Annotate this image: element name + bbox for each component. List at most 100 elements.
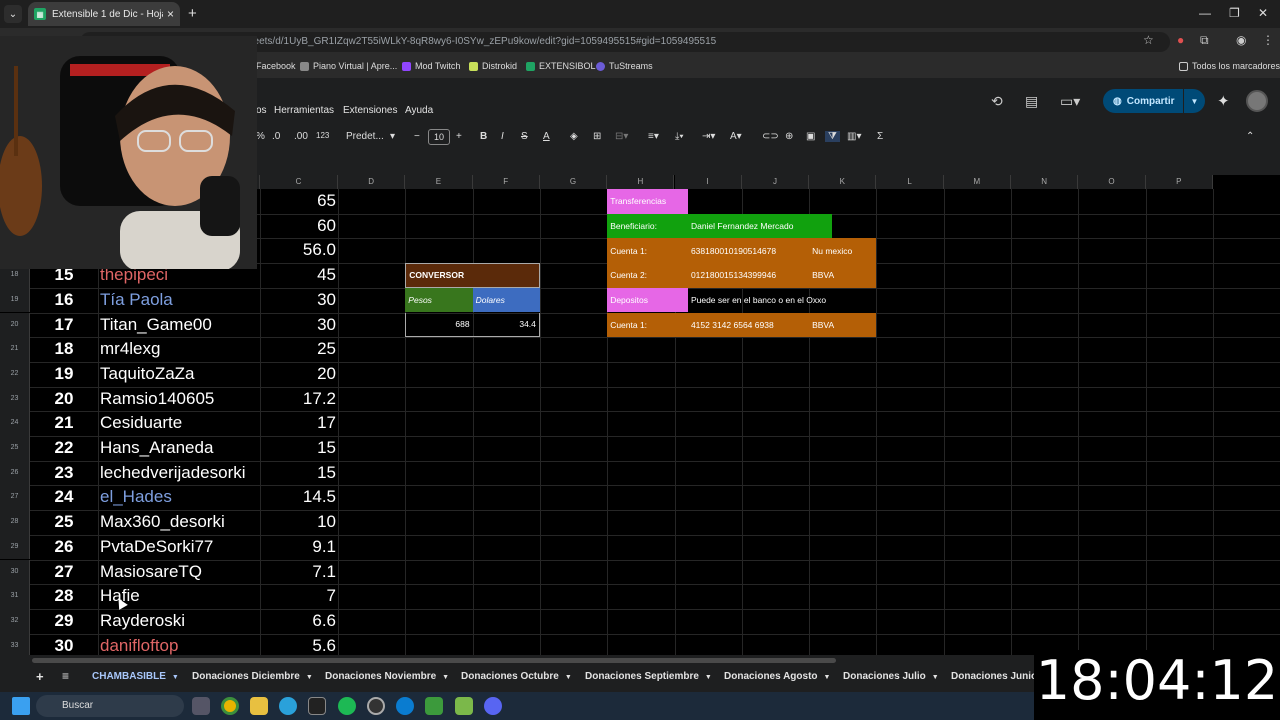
minecraft-launcher-icon[interactable] [455, 697, 473, 715]
donor-name-cell[interactable]: Rayderoski [100, 611, 260, 636]
menu-herramientas[interactable]: Herramientas [274, 105, 334, 116]
minimize-icon[interactable]: — [1199, 6, 1211, 20]
font-dropdown-icon[interactable]: ▾ [390, 131, 395, 142]
deposit-account-bank[interactable]: BBVA [809, 312, 877, 338]
sheet-tab-agosto[interactable]: Donaciones Agosto ▼ [724, 671, 830, 682]
font-select[interactable]: Predet... [346, 131, 384, 142]
gemini-icon[interactable]: ✦ [1217, 92, 1230, 110]
row-number[interactable]: 25 [0, 436, 30, 461]
donor-name-cell[interactable]: mr4lexg [100, 339, 260, 364]
tab-search-icon[interactable]: ⌄ [4, 5, 22, 23]
font-size-decrease-icon[interactable]: − [414, 131, 420, 142]
row-number[interactable]: 26 [0, 460, 30, 486]
extensions-puzzle-icon[interactable]: ⧉ [1200, 33, 1209, 48]
font-size-input[interactable]: 10 [428, 129, 450, 145]
bookmark-facebook[interactable]: Facebook [256, 61, 296, 71]
amount-cell[interactable]: 56.0 [262, 240, 336, 265]
filter-icon[interactable]: ⧩ [825, 131, 840, 142]
amount-cell[interactable]: 6.6 [262, 611, 336, 636]
rank-cell[interactable]: 22 [30, 438, 98, 463]
column-header[interactable]: J [741, 175, 810, 189]
bold-button[interactable]: B [480, 131, 487, 142]
row-number[interactable]: 31 [0, 584, 30, 609]
taskbar-search[interactable]: Buscar [36, 695, 184, 717]
sheet-tab-diciembre[interactable]: Donaciones Diciembre ▼ [192, 671, 313, 682]
bookmark-extensibol[interactable]: EXTENSIBOL [526, 61, 596, 71]
amount-cell[interactable]: 7 [262, 586, 336, 611]
rank-cell[interactable]: 30 [30, 636, 98, 655]
functions-icon[interactable]: Σ [877, 131, 883, 142]
column-header[interactable]: L [876, 175, 944, 189]
sheet-tab-junio[interactable]: Donaciones Junio [951, 671, 1037, 682]
comment-icon[interactable]: ⊕ [785, 131, 793, 142]
beneficiary-label[interactable]: Beneficiario: [607, 213, 688, 239]
link-icon[interactable]: ⊂⊃ [762, 131, 779, 142]
account2-label[interactable]: Cuenta 2: [607, 263, 688, 288]
account2-bank[interactable]: BBVA [809, 263, 877, 288]
deposits-label[interactable]: Depositos [607, 287, 688, 313]
all-bookmarks[interactable]: Todos los marcadores [1179, 61, 1280, 71]
donor-name-cell[interactable]: Cesiduarte [100, 413, 260, 438]
filter-views-icon[interactable]: ▥▾ [847, 131, 861, 142]
rank-cell[interactable]: 16 [30, 290, 98, 315]
donor-name-cell[interactable]: Hans_Araneda [100, 438, 260, 463]
column-header[interactable]: F [472, 175, 540, 189]
sheet-tab-septiembre[interactable]: Donaciones Septiembre ▼ [585, 671, 712, 682]
dolares-value[interactable]: 34.4 [472, 312, 540, 338]
rank-cell[interactable]: 18 [30, 339, 98, 364]
fill-color-icon[interactable]: ◈ [570, 131, 578, 142]
amount-cell[interactable]: 15 [262, 438, 336, 463]
amount-cell[interactable]: 14.5 [262, 487, 336, 512]
font-size-increase-icon[interactable]: + [456, 131, 462, 142]
deposits-note[interactable]: Puede ser en el banco o en el Oxxo [688, 288, 903, 313]
decrease-decimals-button[interactable]: .0 [272, 131, 280, 142]
bookmark-mod-twitch[interactable]: Mod Twitch [402, 61, 460, 71]
donor-name-cell[interactable]: el_Hades [100, 487, 260, 512]
amount-cell[interactable]: 25 [262, 339, 336, 364]
close-window-icon[interactable]: ✕ [1258, 6, 1268, 20]
sheet-tab-chambasible[interactable]: CHAMBASIBLE ▼ [92, 671, 179, 682]
italic-button[interactable]: I [501, 131, 504, 142]
account1-bank[interactable]: Nu mexico [809, 238, 877, 264]
file-explorer-icon[interactable] [250, 697, 268, 715]
rank-cell[interactable]: 19 [30, 364, 98, 389]
amount-cell[interactable]: 20 [262, 364, 336, 389]
obs-icon[interactable] [367, 697, 385, 715]
rank-cell[interactable]: 28 [30, 586, 98, 611]
add-sheet-icon[interactable]: + [36, 669, 44, 684]
rank-cell[interactable]: 20 [30, 389, 98, 414]
amount-cell[interactable]: 60 [262, 216, 336, 241]
row-number[interactable]: 22 [0, 361, 30, 387]
increase-decimals-button[interactable]: .00 [294, 131, 308, 142]
amount-cell[interactable]: 45 [262, 265, 336, 290]
strikethrough-icon[interactable]: S [521, 131, 528, 142]
bookmark-tustreams[interactable]: TuStreams [596, 61, 653, 71]
donor-name-cell[interactable]: PvtaDeSorki77 [100, 537, 260, 562]
text-wrap-icon[interactable]: ⇥▾ [702, 131, 715, 142]
column-header[interactable]: P [1145, 175, 1213, 189]
amount-cell[interactable]: 17 [262, 413, 336, 438]
row-number[interactable]: 32 [0, 608, 30, 634]
row-number[interactable]: 29 [0, 534, 30, 560]
edge-icon[interactable] [396, 697, 414, 715]
pesos-value[interactable]: 688 [405, 312, 473, 338]
transfer-label[interactable]: Transferencias [607, 189, 688, 214]
donor-name-cell[interactable]: lechedverijadesorki [100, 463, 260, 488]
capcut-icon[interactable] [308, 697, 326, 715]
browser-menu-icon[interactable]: ⋮ [1262, 33, 1274, 47]
bookmark-distrokid[interactable]: Distrokid [469, 61, 517, 71]
sheet-tab-julio[interactable]: Donaciones Julio ▼ [843, 671, 939, 682]
meet-icon[interactable]: ▭▾ [1060, 93, 1080, 110]
new-tab-icon[interactable]: + [188, 5, 197, 22]
amount-cell[interactable]: 9.1 [262, 537, 336, 562]
converter-title[interactable]: CONVERSOR [405, 263, 540, 288]
vertical-align-icon[interactable]: ⤓▾ [675, 131, 684, 142]
amount-cell[interactable]: 30 [262, 315, 336, 340]
donor-name-cell[interactable]: Max360_desorki [100, 512, 260, 537]
amount-cell[interactable]: 30 [262, 290, 336, 315]
close-tab-icon[interactable]: × [167, 7, 174, 21]
bookmark-star-icon[interactable]: ☆ [1143, 33, 1154, 47]
spotify-icon[interactable] [338, 697, 356, 715]
comments-icon[interactable]: ▤ [1025, 93, 1038, 110]
chart-icon[interactable]: ▣ [806, 131, 815, 142]
